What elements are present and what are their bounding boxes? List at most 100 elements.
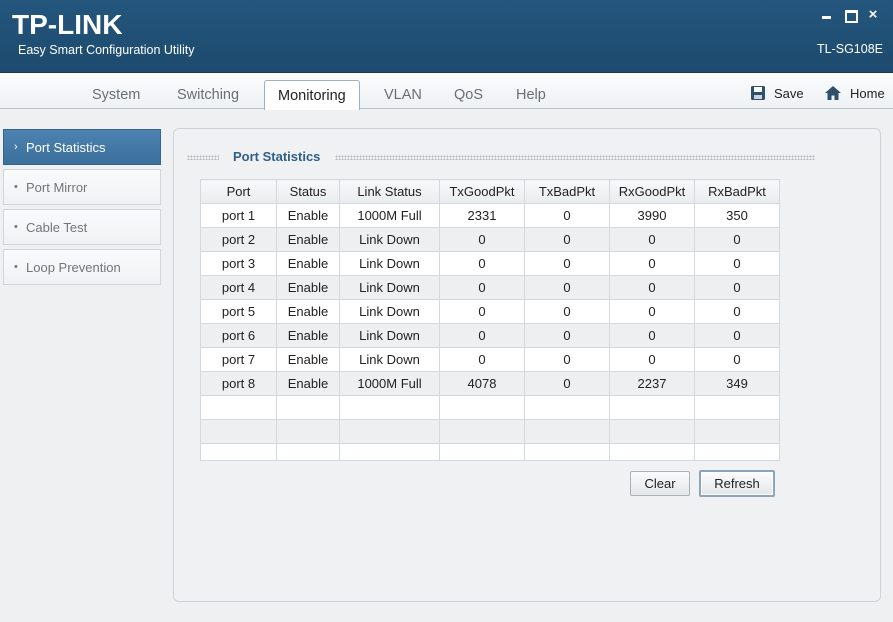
table-cell: port 5 <box>200 299 277 324</box>
bullet-icon: • <box>14 221 18 233</box>
table-cell: 349 <box>694 371 780 396</box>
sidebar-item-loop-prevention[interactable]: • Loop Prevention <box>3 249 161 285</box>
tp-link-logo: TP-LINK <box>12 9 123 40</box>
sidebar-item-label: Port Mirror <box>26 179 88 195</box>
table-cell: 1000M Full <box>339 371 440 396</box>
tab-switching[interactable]: Switching <box>177 87 239 103</box>
table-cell <box>200 443 277 461</box>
table-cell: 2237 <box>609 371 695 396</box>
table-cell: 0 <box>524 275 610 300</box>
table-cell: 0 <box>439 347 525 372</box>
table-cell: 0 <box>439 299 525 324</box>
table-cell: 0 <box>439 227 525 252</box>
table-cell <box>609 419 695 444</box>
table-cell: port 6 <box>200 323 277 348</box>
save-label: Save <box>774 85 804 101</box>
table-cell <box>276 443 340 461</box>
clear-button[interactable]: Clear <box>630 471 690 496</box>
home-label: Home <box>850 85 885 101</box>
refresh-button[interactable]: Refresh <box>699 470 775 497</box>
table-cell: 350 <box>694 203 780 228</box>
table-cell: Link Down <box>339 323 440 348</box>
tab-help[interactable]: Help <box>516 87 546 103</box>
save-button[interactable]: Save <box>750 83 804 103</box>
table-cell: 0 <box>609 251 695 276</box>
table-cell: Link Down <box>339 347 440 372</box>
table-cell: Enable <box>276 227 340 252</box>
table-cell: Link Down <box>339 227 440 252</box>
column-header: TxGoodPkt <box>439 179 525 204</box>
tab-qos[interactable]: QoS <box>454 87 483 103</box>
minimize-icon[interactable] <box>820 8 834 22</box>
table-cell: 1000M Full <box>339 203 440 228</box>
app-header: TP-LINK Easy Smart Configuration Utility… <box>0 0 893 73</box>
sidebar-item-cable-test[interactable]: • Cable Test <box>3 209 161 245</box>
table-cell: Enable <box>276 299 340 324</box>
table-cell <box>200 419 277 444</box>
column-header: RxBadPkt <box>694 179 780 204</box>
table-row: port 8 Enable 1000M Full 4078 0 2237 349 <box>200 371 780 396</box>
tab-system[interactable]: System <box>92 87 140 103</box>
table-cell: 2331 <box>439 203 525 228</box>
sidebar-item-port-mirror[interactable]: • Port Mirror <box>3 169 161 205</box>
app-subtitle: Easy Smart Configuration Utility <box>18 43 195 57</box>
table-cell: port 1 <box>200 203 277 228</box>
table-row: port 1 Enable 1000M Full 2331 0 3990 350 <box>200 203 780 228</box>
close-icon[interactable]: × <box>866 7 880 22</box>
table-row: port 5 Enable Link Down 0 0 0 0 <box>200 299 780 324</box>
table-cell <box>200 395 277 420</box>
table-cell <box>524 395 610 420</box>
column-header: TxBadPkt <box>524 179 610 204</box>
table-cell: 0 <box>524 323 610 348</box>
table-cell: 0 <box>694 275 780 300</box>
sidebar-item-label: Loop Prevention <box>26 259 121 275</box>
table-cell: 0 <box>694 347 780 372</box>
table-cell: 0 <box>439 323 525 348</box>
table-cell <box>276 419 340 444</box>
sidebar-item-label: Cable Test <box>26 219 88 235</box>
main-tab-bar: System Switching Monitoring VLAN QoS Hel… <box>0 73 893 110</box>
table-cell: 0 <box>609 275 695 300</box>
column-header: Port <box>200 179 277 204</box>
table-cell <box>609 395 695 420</box>
table-cell: 0 <box>609 227 695 252</box>
sidebar-item-label: Port Statistics <box>26 139 106 155</box>
table-row: port 2 Enable Link Down 0 0 0 0 <box>200 227 780 252</box>
maximize-icon[interactable] <box>843 8 858 23</box>
table-cell: 4078 <box>439 371 525 396</box>
table-cell: Enable <box>276 371 340 396</box>
table-cell <box>524 419 610 444</box>
table-row: port 3 Enable Link Down 0 0 0 0 <box>200 251 780 276</box>
empty-row <box>200 419 780 444</box>
table-cell: 0 <box>439 275 525 300</box>
section-title: Port Statistics <box>233 149 321 164</box>
tab-monitoring[interactable]: Monitoring <box>264 80 360 110</box>
table-cell: Enable <box>276 203 340 228</box>
dotted-divider <box>187 155 219 160</box>
home-button[interactable]: Home <box>824 83 885 103</box>
table-cell: Link Down <box>339 299 440 324</box>
house-icon <box>825 86 841 100</box>
table-cell <box>339 395 440 420</box>
table-cell: 0 <box>609 323 695 348</box>
column-header: RxGoodPkt <box>609 179 695 204</box>
table-row: port 7 Enable Link Down 0 0 0 0 <box>200 347 780 372</box>
table-row: port 6 Enable Link Down 0 0 0 0 <box>200 323 780 348</box>
empty-row <box>200 443 780 461</box>
sidebar-item-port-statistics[interactable]: › Port Statistics <box>3 129 161 165</box>
tab-vlan[interactable]: VLAN <box>384 87 422 103</box>
table-cell <box>339 419 440 444</box>
table-cell: 0 <box>694 227 780 252</box>
table-cell: Link Down <box>339 275 440 300</box>
table-cell: Enable <box>276 347 340 372</box>
table-cell: 0 <box>524 251 610 276</box>
table-cell <box>439 443 525 461</box>
dotted-divider <box>335 155 815 160</box>
table-cell: 0 <box>609 299 695 324</box>
table-cell: 3990 <box>609 203 695 228</box>
table-cell: 0 <box>524 347 610 372</box>
table-cell: Link Down <box>339 251 440 276</box>
table-cell: 0 <box>524 203 610 228</box>
table-cell <box>439 395 525 420</box>
table-cell: 0 <box>609 347 695 372</box>
